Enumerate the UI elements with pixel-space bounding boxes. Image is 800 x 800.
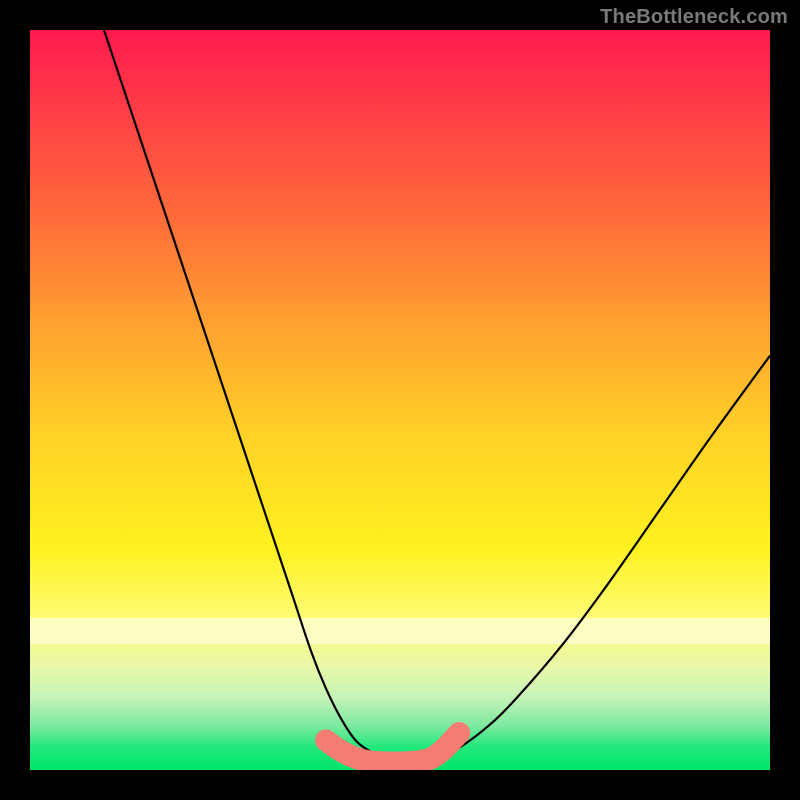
bottom-markers [326,733,459,763]
left-curve [104,30,415,763]
chart-frame: TheBottleneck.com [0,0,800,800]
watermark-text: TheBottleneck.com [600,6,788,29]
right-curve [415,356,770,763]
chart-svg [30,30,770,770]
plot-area [30,30,770,770]
